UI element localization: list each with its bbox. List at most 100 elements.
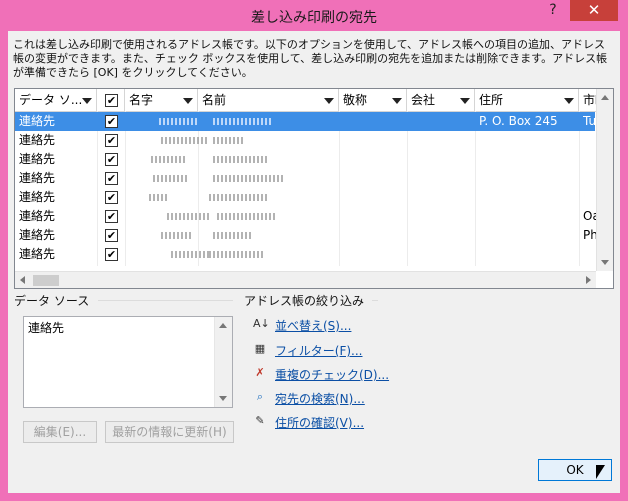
cell-data-source: 連絡先 (19, 152, 56, 166)
validate-address-link-label[interactable]: 住所の確認(V)... (275, 414, 364, 431)
dropdown-arrow-icon[interactable] (564, 98, 574, 104)
row-checkbox[interactable]: ✔ (105, 248, 118, 261)
redacted-last-name (159, 118, 199, 125)
refresh-button[interactable]: 最新の情報に更新(H) (105, 421, 234, 443)
scroll-up-icon[interactable] (219, 323, 227, 328)
data-source-scrollbar[interactable] (214, 317, 232, 407)
cell-data-source: 連絡先 (19, 114, 56, 128)
dropdown-arrow-icon[interactable] (183, 98, 193, 104)
redacted-first-name (213, 137, 243, 144)
table-row[interactable]: 連絡先 ✔ (15, 150, 595, 169)
column-header-check[interactable]: ✔ (97, 89, 125, 111)
redacted-last-name (151, 156, 185, 163)
row-checkbox[interactable]: ✔ (105, 229, 118, 242)
dropdown-arrow-icon[interactable] (82, 98, 92, 104)
column-header-company[interactable]: 会社 (407, 89, 475, 111)
cell-city: Tu (583, 114, 597, 128)
scroll-up-icon[interactable] (601, 95, 609, 100)
row-checkbox[interactable]: ✔ (105, 191, 118, 204)
dialog-body: これは差し込み印刷で使用されるアドレス帳です。以下のオプションを使用して、アドレ… (8, 31, 620, 493)
cell-data-source: 連絡先 (19, 247, 56, 261)
row-checkbox[interactable]: ✔ (105, 172, 118, 185)
filter-link-label[interactable]: フィルター(F)... (275, 342, 362, 359)
mail-merge-recipients-window: 差し込み印刷の宛先 ? ✕ これは差し込み印刷で使用されるアドレス帳です。以下の… (0, 0, 628, 501)
window-title: 差し込み印刷の宛先 (251, 10, 377, 26)
column-header-title[interactable]: 敬称 (339, 89, 407, 111)
grid-header: データ ソ... ✔ 名字 名前 敬称 会社 住所 市 (15, 89, 613, 112)
select-all-checkbox[interactable]: ✔ (105, 94, 118, 107)
redacted-first-name (213, 175, 283, 182)
edit-button[interactable]: 編集(E)... (23, 421, 97, 443)
divider (372, 300, 378, 301)
scroll-left-icon[interactable] (20, 276, 25, 284)
filter-icon: ▦ (254, 342, 266, 355)
title-bar[interactable]: 差し込み印刷の宛先 ? ✕ (0, 0, 628, 31)
data-source-list[interactable]: 連絡先 (23, 316, 233, 408)
description-text: これは差し込み印刷で使用されるアドレス帳です。以下のオプションを使用して、アドレ… (13, 38, 608, 79)
redacted-first-name (209, 194, 269, 201)
vertical-scrollbar[interactable] (596, 89, 613, 271)
dropdown-arrow-icon[interactable] (392, 98, 402, 104)
divider (98, 300, 233, 301)
sort-icon: A↓ (253, 317, 270, 330)
column-header-first-name[interactable]: 名前 (198, 89, 339, 111)
table-row[interactable]: 連絡先 ✔ Ph (15, 226, 598, 245)
dropdown-arrow-icon[interactable] (324, 98, 334, 104)
close-button[interactable]: ✕ (570, 0, 618, 21)
data-source-label: データ ソース (14, 294, 90, 308)
scroll-thumb[interactable] (33, 275, 59, 286)
column-header-last-name[interactable]: 名字 (125, 89, 198, 111)
redacted-last-name (153, 175, 189, 182)
horizontal-scrollbar[interactable] (15, 271, 596, 288)
redacted-last-name (161, 232, 191, 239)
table-row[interactable]: 連絡先 ✔ (15, 169, 595, 188)
row-checkbox[interactable]: ✔ (105, 115, 118, 128)
mouse-cursor-icon (596, 465, 605, 479)
redacted-last-name (149, 194, 169, 201)
data-source-item[interactable]: 連絡先 (28, 319, 64, 336)
refine-label: アドレス帳の絞り込み (244, 294, 365, 308)
column-header-city[interactable]: 市町 (579, 89, 596, 111)
redacted-first-name (213, 118, 273, 125)
column-header-data-source[interactable]: データ ソ... (15, 89, 97, 111)
column-header-label: 会社 (411, 93, 436, 107)
column-header-label: 市町 (583, 93, 596, 107)
cell-data-source: 連絡先 (19, 228, 56, 242)
find-recipient-link-label[interactable]: 宛先の検索(N)... (275, 390, 365, 407)
table-row[interactable]: 連絡先 ✔ (15, 188, 595, 207)
column-header-label: 敬称 (343, 93, 368, 107)
cell-data-source: 連絡先 (19, 209, 56, 223)
redacted-first-name (213, 156, 269, 163)
table-row[interactable]: 連絡先 ✔ (15, 245, 595, 264)
duplicate-check-link-label[interactable]: 重複のチェック(D)... (275, 366, 389, 383)
recipient-list[interactable]: データ ソ... ✔ 名字 名前 敬称 会社 住所 市 連絡先 ✔ P. O. … (14, 88, 614, 289)
cell-data-source: 連絡先 (19, 171, 56, 185)
column-header-label: 住所 (479, 93, 504, 107)
scroll-right-icon[interactable] (586, 276, 591, 284)
column-header-label: 名前 (202, 93, 227, 107)
validate-address-icon: ✎ (255, 414, 265, 427)
redacted-last-name (161, 137, 207, 144)
redacted-first-name (213, 232, 253, 239)
redacted-first-name (217, 213, 277, 220)
scroll-down-icon[interactable] (219, 396, 227, 401)
table-row[interactable]: 連絡先 ✔ P. O. Box 245 Tu (15, 112, 597, 131)
column-header-label: データ ソ... (19, 93, 83, 107)
row-checkbox[interactable]: ✔ (105, 153, 118, 166)
redacted-last-name (171, 251, 211, 258)
column-header-label: 名字 (129, 93, 154, 107)
cell-data-source: 連絡先 (19, 133, 56, 147)
cell-data-source: 連絡先 (19, 190, 56, 204)
duplicate-icon: ✗ (255, 366, 265, 379)
scroll-down-icon[interactable] (601, 260, 609, 265)
row-checkbox[interactable]: ✔ (105, 210, 118, 223)
help-button[interactable]: ? (538, 0, 568, 20)
redacted-first-name (209, 251, 265, 258)
sort-link-label[interactable]: 並べ替え(S)... (275, 317, 351, 334)
table-row[interactable]: 連絡先 ✔ Oa (15, 207, 600, 226)
table-row[interactable]: 連絡先 ✔ (15, 131, 595, 150)
column-header-address[interactable]: 住所 (475, 89, 579, 111)
dropdown-arrow-icon[interactable] (460, 98, 470, 104)
row-checkbox[interactable]: ✔ (105, 134, 118, 147)
redacted-last-name (167, 213, 211, 220)
